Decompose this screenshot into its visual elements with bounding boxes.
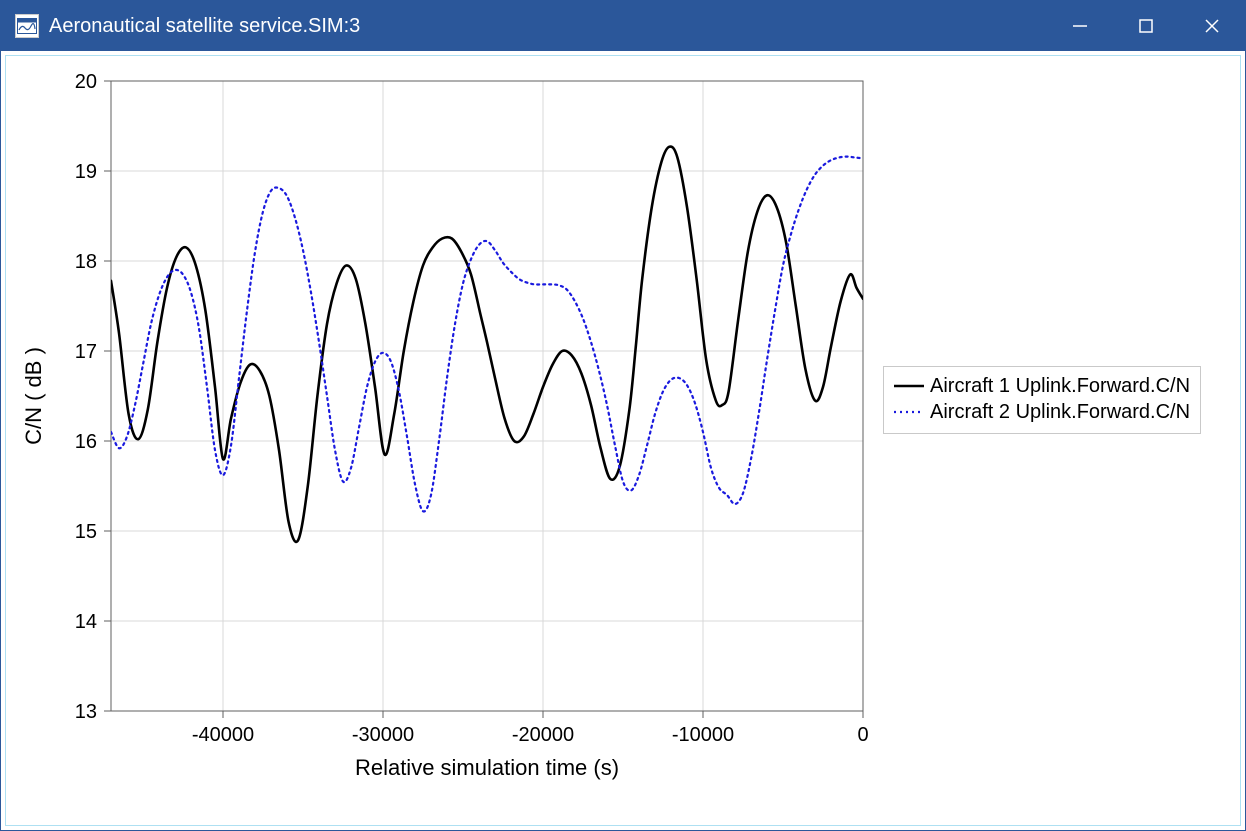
svg-text:20: 20 [75, 71, 97, 93]
window-title: Aeronautical satellite service.SIM:3 [49, 15, 360, 38]
legend-swatch-2 [894, 402, 924, 422]
svg-text:Relative simulation time (s): Relative simulation time (s) [355, 755, 619, 780]
legend-swatch-1 [894, 376, 924, 396]
legend-label-1: Aircraft 1 Uplink.Forward.C/N [930, 375, 1190, 398]
svg-text:0: 0 [857, 724, 868, 746]
legend: Aircraft 1 Uplink.Forward.C/N Aircraft 2 … [883, 366, 1201, 434]
svg-text:-30000: -30000 [352, 724, 414, 746]
svg-text:16: 16 [75, 431, 97, 453]
svg-text:C/N ( dB ): C/N ( dB ) [21, 347, 46, 445]
maximize-button[interactable] [1113, 1, 1179, 51]
legend-label-2: Aircraft 2 Uplink.Forward.C/N [930, 401, 1190, 424]
svg-text:-20000: -20000 [512, 724, 574, 746]
close-button[interactable] [1179, 1, 1245, 51]
legend-entry-1: Aircraft 1 Uplink.Forward.C/N [894, 373, 1190, 399]
svg-text:13: 13 [75, 701, 97, 723]
chart-app-icon [15, 14, 39, 38]
chart-svg: -40000 -30000 -20000 -10000 0 13 14 15 16 17 18 19 2… [1, 51, 1245, 830]
chart-area[interactable]: -40000 -30000 -20000 -10000 0 13 14 15 16 17 18 19 2… [1, 51, 1245, 830]
svg-text:-10000: -10000 [672, 724, 734, 746]
app-window: Aeronautical satellite service.SIM:3 -40… [0, 0, 1246, 831]
series-1 [111, 147, 863, 542]
svg-text:-40000: -40000 [192, 724, 254, 746]
minimize-button[interactable] [1047, 1, 1113, 51]
svg-text:14: 14 [75, 611, 97, 633]
svg-text:15: 15 [75, 521, 97, 543]
svg-text:17: 17 [75, 341, 97, 363]
svg-text:18: 18 [75, 251, 97, 273]
legend-entry-2: Aircraft 2 Uplink.Forward.C/N [894, 399, 1190, 425]
svg-text:19: 19 [75, 161, 97, 183]
titlebar[interactable]: Aeronautical satellite service.SIM:3 [1, 1, 1245, 51]
